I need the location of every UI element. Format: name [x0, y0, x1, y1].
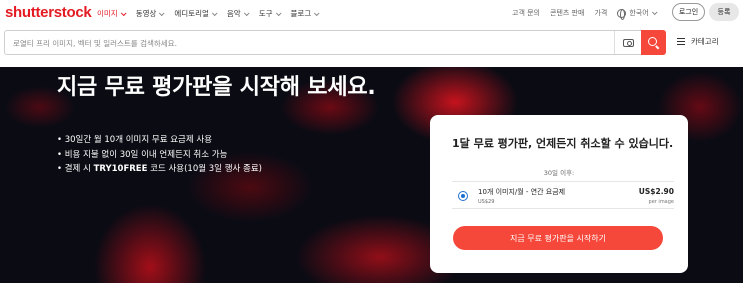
search-submit-button[interactable] [641, 30, 666, 55]
nav-item-music[interactable]: 음악 [227, 8, 250, 19]
hero-title: 지금 무료 평가판을 시작해 보세요. [57, 75, 376, 100]
after-trial-label: 30일 이후: [543, 169, 575, 177]
language-selector[interactable]: 한국어 [617, 8, 658, 20]
plan-price: US$2.90 [638, 187, 674, 196]
nav-item-editorial[interactable]: 에디토리얼 [174, 8, 218, 19]
plan-price-unit: per image [648, 199, 674, 205]
image-search-button[interactable] [614, 31, 642, 54]
contact-link[interactable]: 고객 문의 [512, 8, 540, 18]
category-button[interactable]: 카테고리 [677, 36, 719, 47]
hero-benefits-list: 30일간 월 10개 이미지 무료 요금제 사용 비용 지불 없이 30일 이내… [57, 133, 262, 177]
trial-offer-card: 1달 무료 평가판, 언제든지 취소할 수 있습니다. 30일 이후: 10개 … [430, 115, 688, 273]
offer-title: 1달 무료 평가판, 언제든지 취소할 수 있습니다. [452, 137, 674, 150]
plan-radio[interactable] [458, 191, 468, 201]
pricing-link[interactable]: 가격 [594, 8, 607, 18]
nav-item-images[interactable]: 이미지 [97, 8, 127, 19]
nav-item-video[interactable]: 동영상 [136, 8, 165, 19]
chevron-down-icon [651, 9, 658, 16]
login-button[interactable]: 로그인 [672, 3, 705, 21]
start-trial-button[interactable]: 지금 무료 평가판을 시작하기 [453, 226, 663, 250]
benefit-item: 결제 시 TRY10FREE 코드 사용(10월 3일 행사 종료) [57, 162, 262, 177]
chevron-down-icon [275, 9, 282, 16]
globe-icon [617, 8, 627, 20]
chevron-down-icon [314, 9, 320, 16]
nav-item-tools[interactable]: 도구 [259, 8, 282, 19]
shutterstock-logo[interactable]: shutterstock [5, 4, 92, 21]
plan-name: 10개 이미지/월 - 연간 요금제 [478, 188, 566, 196]
chevron-down-icon [211, 9, 218, 16]
search-input[interactable]: 로열티 프리 이미지, 벡터 및 일러스트를 검색하세요. [13, 38, 177, 49]
chevron-down-icon [243, 9, 250, 16]
chevron-down-icon [120, 9, 127, 16]
signup-button[interactable]: 등록 [709, 3, 739, 21]
sell-content-link[interactable]: 콘텐츠 판매 [550, 8, 584, 18]
search-icon [648, 37, 657, 46]
secondary-menu: 고객 문의 콘텐츠 판매 가격 한국어 [512, 8, 664, 20]
search-bar: 로열티 프리 이미지, 벡터 및 일러스트를 검색하세요. 카테고리 [0, 30, 743, 58]
benefit-item: 비용 지불 없이 30일 이내 언제든지 취소 가능 [57, 148, 262, 163]
search-box: 로열티 프리 이미지, 벡터 및 일러스트를 검색하세요. [4, 30, 666, 55]
benefit-item: 30일간 월 10개 이미지 무료 요금제 사용 [57, 133, 262, 148]
plan-option[interactable]: 10개 이미지/월 - 연간 요금제 US$29 US$2.90 per ima… [452, 181, 674, 209]
nav-item-blog[interactable]: 블로그 [291, 8, 320, 19]
camera-icon [623, 38, 634, 47]
plan-total-price: US$29 [478, 199, 495, 205]
main-menu: 이미지 동영상 에디토리얼 음악 도구 블로그 [97, 8, 329, 19]
top-nav: shutterstock 이미지 동영상 에디토리얼 음악 도구 블로그 고객 … [0, 0, 743, 28]
chevron-down-icon [159, 9, 165, 16]
list-icon [677, 38, 685, 45]
promo-code: TRY10FREE [93, 164, 148, 174]
